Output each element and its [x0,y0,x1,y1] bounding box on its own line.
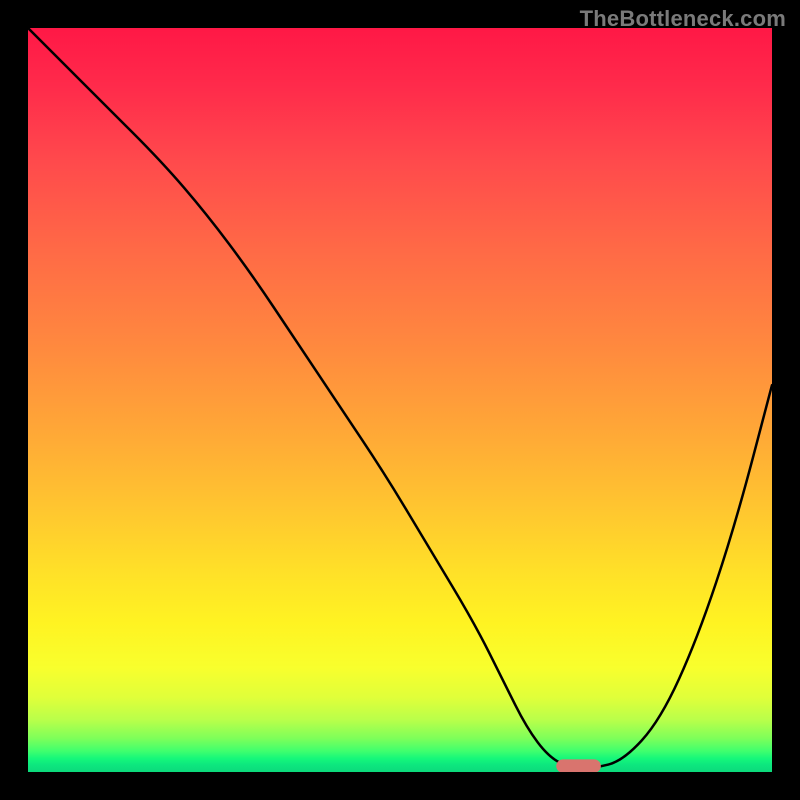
watermark-text: TheBottleneck.com [580,6,786,32]
bottleneck-curve-svg [28,28,772,772]
operating-point-marker [556,759,601,772]
chart-frame: TheBottleneck.com [0,0,800,800]
plot-area [28,28,772,772]
bottleneck-curve-path [28,28,772,768]
